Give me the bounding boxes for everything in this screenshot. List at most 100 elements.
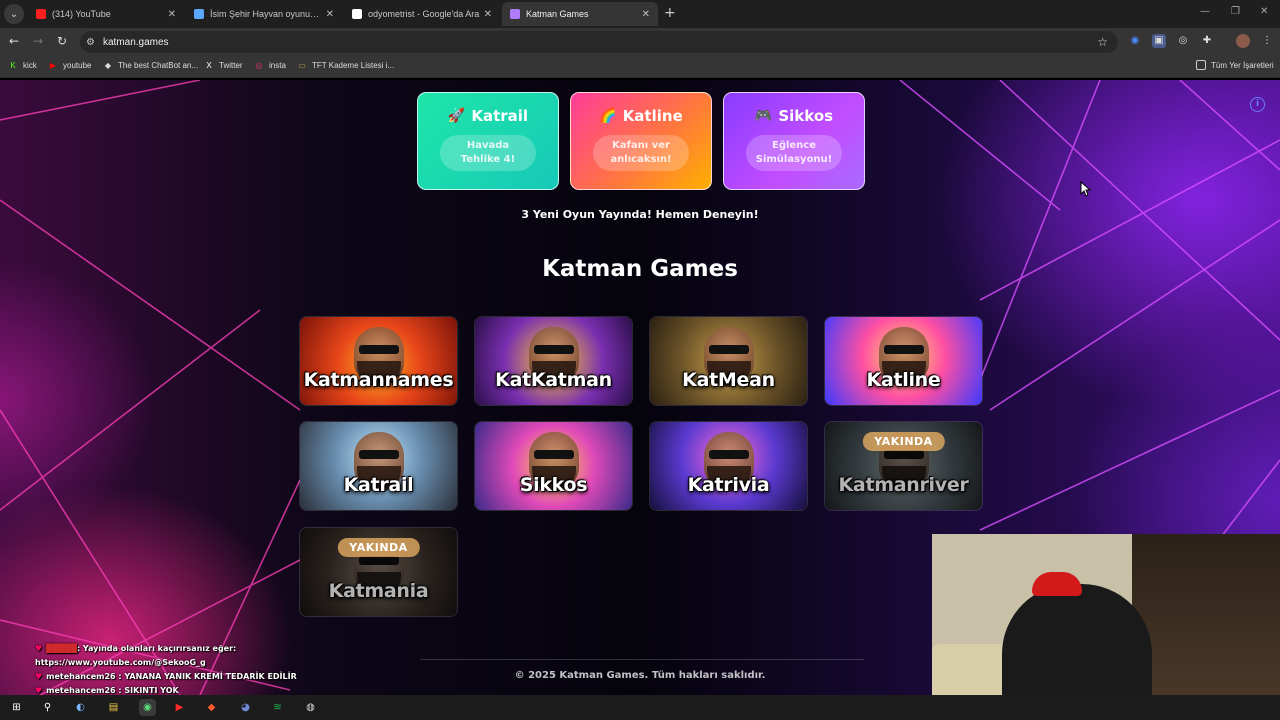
game-card-katmannames[interactable]: Katmannames	[299, 316, 458, 406]
game-card-sikkos[interactable]: Sikkos	[474, 421, 633, 511]
tab-strip: ⌄ (314) YouTube ✕ İsim Şehir Hayvan oyunun…	[0, 0, 1280, 28]
chat-text: : Yayında olanları kaçırırsanız eğer:	[76, 644, 237, 653]
profile-avatar[interactable]	[1236, 34, 1250, 48]
new-tab-button[interactable]: +	[664, 5, 676, 21]
tab-title: İsim Şehir Hayvan oyununa katıl	[210, 9, 322, 19]
chat-message: https://www.youtube.com/@SekooG_g	[35, 656, 297, 670]
game-card-title: Katmanriver	[838, 474, 969, 496]
bookmark-item[interactable]: ◆ The best ChatBot an...	[103, 60, 198, 70]
featured-card-subtitle: Eğlence Simülasyonu!	[746, 135, 842, 171]
bookmark-label: insta	[269, 60, 286, 70]
forward-icon[interactable]: →	[30, 34, 46, 48]
game-card-katmanriver[interactable]: YAKINDA Katmanriver	[824, 421, 983, 511]
browser-tab[interactable]: (314) YouTube ✕	[28, 2, 184, 26]
windows-start-icon[interactable]: ⊞	[8, 699, 25, 716]
search-icon[interactable]: ⚲	[39, 699, 56, 716]
stream-chat-overlay: ♥ █████: Yayında olanları kaçırırsanız eğ…	[35, 642, 297, 698]
obs-icon[interactable]: ◍	[302, 699, 319, 716]
bookmark-item[interactable]: Kkick	[8, 60, 36, 70]
browser-tab[interactable]: Katman Games ✕	[502, 2, 658, 26]
sunglasses	[358, 556, 399, 565]
sunglasses	[358, 345, 399, 354]
sunglasses	[533, 450, 574, 459]
bookmark-label: youtube	[63, 60, 92, 70]
webcam-overlay	[932, 534, 1280, 720]
restore-icon[interactable]: ❐	[1231, 6, 1240, 17]
steam-icon[interactable]: ◐	[72, 699, 89, 716]
page-title: Katman Games	[542, 256, 738, 282]
bookmark-label: The best ChatBot an...	[118, 60, 199, 70]
file-explorer-icon[interactable]: ▤	[105, 699, 122, 716]
all-bookmarks[interactable]: Tüm Yer İşaretleri	[1196, 60, 1274, 70]
close-window-icon[interactable]: ✕	[1260, 6, 1268, 17]
site-info-icon[interactable]: ⚙	[86, 37, 95, 48]
chat-badge-icon: ♥	[35, 644, 43, 653]
tab-search-icon[interactable]: ⌄	[4, 4, 24, 24]
bookmark-item[interactable]: ▶ youtube	[48, 60, 92, 70]
reload-icon[interactable]: ↻	[54, 34, 70, 48]
tab-favicon-icon	[194, 9, 204, 19]
extensions-icon[interactable]: ✚	[1200, 34, 1214, 48]
chat-text: : SIKINTI YOK	[115, 686, 179, 695]
minimize-icon[interactable]: —	[1200, 6, 1210, 17]
featured-game-card-sikkos[interactable]: 🎮 Sikkos Eğlence Simülasyonu!	[723, 92, 865, 190]
youtube-music-icon[interactable]: ▶	[171, 699, 188, 716]
tab-close-icon[interactable]: ✕	[642, 9, 650, 20]
tab-close-icon[interactable]: ✕	[484, 9, 492, 20]
address-bar[interactable]: ⚙ katman.games ☆	[80, 31, 1118, 53]
tab-close-icon[interactable]: ✕	[168, 9, 176, 20]
game-card-title: KatMean	[682, 369, 775, 391]
game-card-katrail[interactable]: Katrail	[299, 421, 458, 511]
footer-divider	[420, 659, 864, 660]
chat-badge-icon: ♥	[35, 672, 43, 681]
game-card-katrivia[interactable]: Katrivia	[649, 421, 808, 511]
audio-extension-icon[interactable]: ◉	[1128, 34, 1142, 48]
game-card-title: Katline	[866, 369, 941, 391]
tab-title: Katman Games	[526, 9, 589, 19]
sunglasses	[883, 345, 924, 354]
game-card-katmean[interactable]: KatMean	[649, 316, 808, 406]
tab-title: odyometrist - Google'da Ara	[368, 9, 480, 19]
chrome-icon[interactable]: ◉	[139, 699, 156, 716]
bookmark-item[interactable]: ◎ insta	[254, 60, 286, 70]
back-icon[interactable]: ←	[6, 34, 22, 48]
browser-tab[interactable]: odyometrist - Google'da Ara ✕	[344, 2, 500, 26]
spotify-icon[interactable]: ≋	[269, 699, 286, 716]
sunglasses	[708, 450, 749, 459]
chatbot-icon: ◆	[104, 60, 112, 70]
announcement-text: 3 Yeni Oyun Yayında! Hemen Deneyin!	[521, 208, 759, 221]
game-card-katline[interactable]: Katline	[824, 316, 983, 406]
featured-card-emoji-icon: 🚀	[447, 108, 466, 124]
info-icon[interactable]: i	[1250, 97, 1265, 112]
bookmark-star-icon[interactable]: ☆	[1097, 35, 1108, 49]
game-card-katkatman[interactable]: KatKatman	[474, 316, 633, 406]
brave-icon[interactable]: ◆	[203, 699, 220, 716]
menu-kebab-icon[interactable]: ⋮	[1260, 34, 1274, 48]
chat-text: : YANANA YANIK KREMİ TEDARİK EDİLİR	[115, 672, 297, 681]
gamepad-extension-icon[interactable]: ◎	[1176, 34, 1190, 48]
tab-close-icon[interactable]: ✕	[326, 9, 334, 20]
discord-icon[interactable]: ◕	[237, 699, 254, 716]
bookmark-item[interactable]: X Twitter	[204, 60, 242, 70]
game-card-title: Katmannames	[303, 369, 454, 391]
chat-text: https://www.youtube.com/@SekooG_g	[35, 658, 206, 667]
x-icon: X	[206, 60, 212, 70]
youtube-icon: ▶	[49, 60, 57, 70]
featured-game-card-katline[interactable]: 🌈 Katline Kafanı ver anlıcaksın!	[570, 92, 712, 190]
bookmark-item[interactable]: ▭ TFT Kademe Listesi i...	[297, 60, 394, 70]
url-text[interactable]: katman.games	[103, 37, 169, 48]
featured-card-subtitle: Kafanı ver anlıcaksın!	[593, 135, 689, 171]
browser-tab[interactable]: İsim Şehir Hayvan oyununa katıl ✕	[186, 2, 342, 26]
translate-extension-icon[interactable]: ▣	[1152, 34, 1166, 48]
chat-message: ♥ metehancem26 : YANANA YANIK KREMİ TEDAR…	[35, 670, 297, 684]
featured-card-subtitle: Havada Tehlike 4!	[440, 135, 536, 171]
game-card-title: Sikkos	[519, 474, 588, 496]
game-card-title: Katmania	[328, 580, 429, 602]
folder-icon	[1196, 60, 1206, 70]
sunglasses	[533, 345, 574, 354]
featured-card-name: Katrail	[471, 107, 529, 125]
featured-card-title: 🚀 Katrail	[448, 107, 528, 125]
featured-card-name: Katline	[622, 107, 683, 125]
game-card-katmania[interactable]: YAKINDA Katmania	[299, 527, 458, 617]
featured-game-card-katrail[interactable]: 🚀 Katrail Havada Tehlike 4!	[417, 92, 559, 190]
